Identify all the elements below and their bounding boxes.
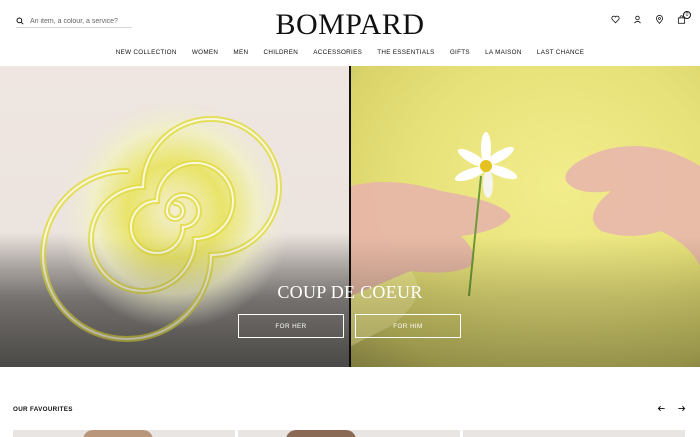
- search-input[interactable]: [30, 17, 130, 25]
- cart-count-badge: 0: [683, 11, 691, 19]
- nav-item-accessories[interactable]: ACCESSORIES: [306, 49, 370, 56]
- nav-item-children[interactable]: CHILDREN: [256, 49, 306, 56]
- user-icon[interactable]: [633, 15, 642, 24]
- nav-item-the-essentials[interactable]: THE ESSENTIALS: [370, 49, 443, 56]
- carousel-arrows: [657, 404, 686, 413]
- nav-item-la-maison[interactable]: LA MAISON: [477, 49, 529, 56]
- for-him-button[interactable]: FOR HIM: [355, 314, 461, 338]
- main-nav: NEW COLLECTION WOMEN MEN CHILDREN ACCESS…: [0, 49, 700, 56]
- arrow-right-icon[interactable]: [677, 404, 686, 413]
- arrow-left-icon[interactable]: [657, 404, 666, 413]
- nav-item-men[interactable]: MEN: [226, 49, 256, 56]
- search-icon[interactable]: [16, 12, 30, 30]
- brand-logo[interactable]: BOMPARD: [265, 9, 435, 41]
- product-card[interactable]: [238, 430, 460, 437]
- location-pin-icon[interactable]: [655, 15, 664, 24]
- header-icons: 0: [611, 11, 691, 24]
- nav-item-new-collection[interactable]: NEW COLLECTION: [108, 49, 184, 56]
- nav-item-women[interactable]: WOMEN: [184, 49, 226, 56]
- product-image: [286, 430, 356, 437]
- product-image: [83, 430, 153, 437]
- hero-title: COUP DE COEUR: [277, 282, 423, 302]
- heart-icon[interactable]: [611, 15, 620, 24]
- product-card[interactable]: [463, 430, 685, 437]
- for-her-button[interactable]: FOR HER: [238, 314, 344, 338]
- nav-item-gifts[interactable]: GIFTS: [442, 49, 477, 56]
- nav-item-last-chance[interactable]: LAST CHANCE: [529, 49, 591, 56]
- favourites-carousel: [13, 430, 700, 437]
- bag-icon[interactable]: 0: [677, 11, 691, 24]
- hero-banner: COUP DE COEUR FOR HER FOR HIM: [0, 66, 700, 367]
- site-header: BOMPARD 0 NEW COLLECTION WOMEN MEN CHILD…: [0, 0, 700, 66]
- product-card[interactable]: [13, 430, 235, 437]
- favourites-heading: OUR FAVOURITES: [13, 406, 73, 413]
- search-bar[interactable]: [16, 15, 132, 28]
- daisy-flower-icon: [454, 132, 518, 198]
